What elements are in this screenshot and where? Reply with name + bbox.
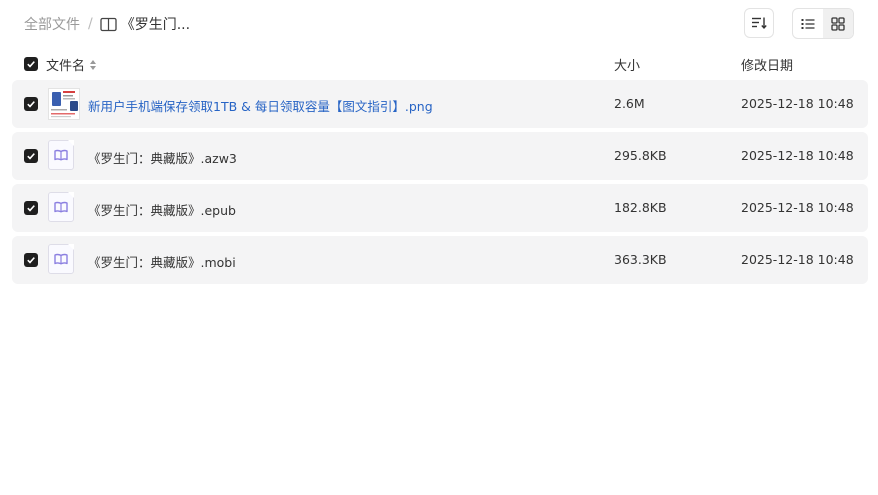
file-size: 182.8KB [614,200,667,215]
open-book-icon [54,201,68,213]
check-icon [27,205,35,212]
ebook-file-icon [48,192,74,222]
breadcrumb: 全部文件 / 《罗生门... [24,14,190,34]
book-icon [100,17,117,31]
file-name[interactable]: 《罗生门：典藏版》.azw3 [88,148,237,167]
row-checkbox[interactable] [24,253,38,267]
column-header-size[interactable]: 大小 [614,55,640,74]
column-header-modified[interactable]: 修改日期 [741,55,793,74]
table-row[interactable]: 新用户手机端保存领取1TB & 每日领取容量【图文指引】.png 2.6M 20… [12,80,868,128]
file-name[interactable]: 《罗生门：典藏版》.epub [88,200,236,219]
row-checkbox[interactable] [24,149,38,163]
open-book-icon [54,253,68,265]
file-size: 363.3KB [614,252,667,267]
row-checkbox[interactable] [24,97,38,111]
breadcrumb-separator: / [88,16,93,32]
check-icon [27,101,35,108]
file-name[interactable]: 新用户手机端保存领取1TB & 每日领取容量【图文指引】.png [88,96,433,115]
file-thumbnail [48,88,80,120]
file-modified: 2025-12-18 10:48 [741,148,854,163]
list-icon [801,18,815,29]
row-checkbox[interactable] [24,201,38,215]
grid-view-button[interactable] [823,9,853,38]
image-thumbnail-icon [48,88,80,120]
table-row[interactable]: 《罗生门：典藏版》.epub 182.8KB 2025-12-18 10:48 [12,184,868,232]
file-modified: 2025-12-18 10:48 [741,200,854,215]
file-modified: 2025-12-18 10:48 [741,252,854,267]
breadcrumb-root[interactable]: 全部文件 [24,14,80,34]
column-header-name[interactable]: 文件名 [46,55,97,74]
table-row[interactable]: 《罗生门：典藏版》.azw3 295.8KB 2025-12-18 10:48 [12,132,868,180]
file-thumbnail [48,140,78,172]
check-icon [27,153,35,160]
breadcrumb-current-label: 《罗生门... [120,17,191,33]
file-size: 2.6M [614,96,645,111]
table-row[interactable]: 《罗生门：典藏版》.mobi 363.3KB 2025-12-18 10:48 [12,236,868,284]
ebook-file-icon [48,244,74,274]
sort-arrows-icon [90,59,97,70]
file-thumbnail [48,244,78,276]
select-all-checkbox[interactable] [24,57,38,71]
sort-button[interactable] [744,8,774,38]
sort-icon [752,17,767,30]
grid-icon [831,16,845,31]
file-name[interactable]: 《罗生门：典藏版》.mobi [88,252,236,271]
list-view-button[interactable] [793,9,823,38]
check-icon [27,61,35,68]
file-thumbnail [48,192,78,224]
table-header: 文件名 大小 修改日期 [0,52,878,76]
column-header-name-label: 文件名 [46,59,86,74]
file-modified: 2025-12-18 10:48 [741,96,854,111]
view-toggle [792,8,854,39]
file-size: 295.8KB [614,148,667,163]
ebook-file-icon [48,140,74,170]
breadcrumb-current: 《罗生门... [100,14,190,34]
check-icon [27,257,35,264]
open-book-icon [54,149,68,161]
file-browser: 全部文件 / 《罗生门... 文件名 大小 修改日期 新用户手机端保存领取1TB… [0,0,878,495]
